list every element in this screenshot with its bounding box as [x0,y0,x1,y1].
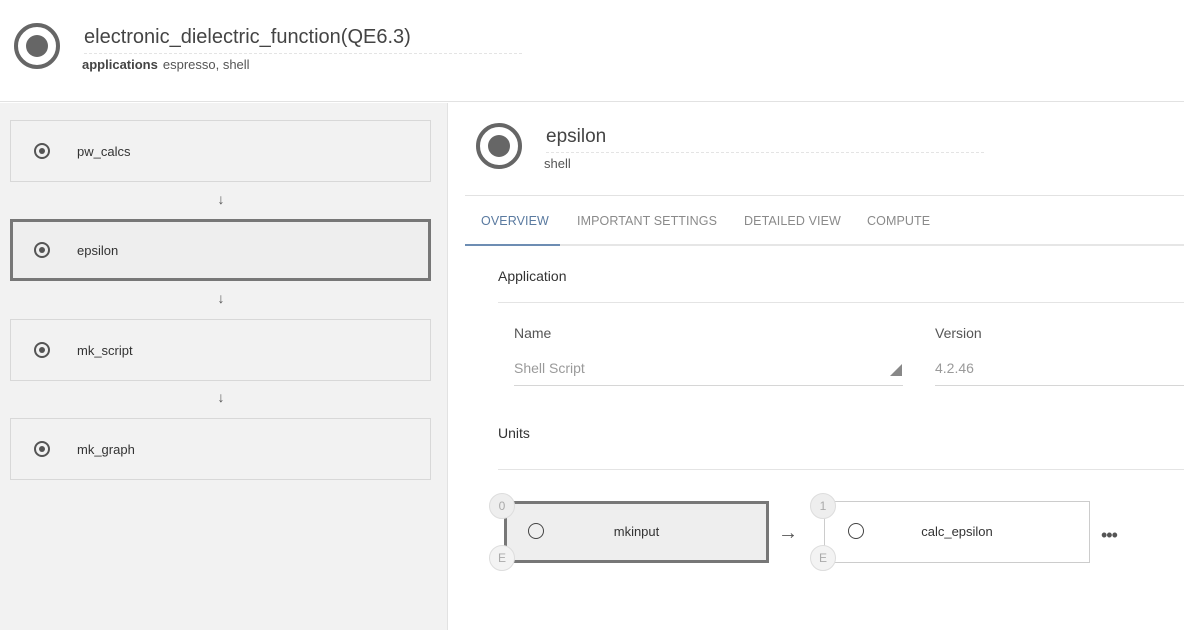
unit-e-badge[interactable]: E [489,545,515,571]
name-field-label: Name [514,325,552,341]
subworkflow-card-mk-graph[interactable]: mk_graph [10,418,431,480]
subworkflow-card-mk-script[interactable]: mk_script [10,319,431,381]
active-tab-indicator [465,244,560,246]
workflow-header: electronic_dielectric_function(QE6.3) ap… [0,0,1184,102]
arrow-down-icon: ↓ [217,389,225,405]
unit-index-badge: 1 [810,493,836,519]
tab-compute[interactable]: COMPUTE [867,214,930,228]
unit-radio-icon [476,123,522,169]
tab-overview[interactable]: OVERVIEW [481,214,549,228]
subworkflow-label: epsilon [77,243,119,258]
radio-icon [34,242,50,258]
version-field-label: Version [935,325,982,341]
tab-important-settings[interactable]: IMPORTANT SETTINGS [577,214,717,228]
unit-subtitle: shell [544,156,571,171]
divider [498,469,1184,470]
applications-row: applications espresso, shell [82,57,250,72]
version-field[interactable]: 4.2.46 [935,360,974,376]
unit-name: mkinput [613,524,660,539]
version-field-underline [935,385,1184,386]
flow-arrow-icon: → [778,522,798,544]
subworkflow-label: mk_script [77,343,133,358]
unit-card-calc-epsilon[interactable]: calc_epsilon [824,501,1090,563]
unit-title[interactable]: epsilon [546,126,984,153]
subworkflow-sidebar: pw_calcs ↓ epsilon ↓ mk_script ↓ mk_grap… [0,103,448,630]
radio-icon [34,441,50,457]
units-section-title: Units [498,425,530,441]
subworkflow-card-epsilon[interactable]: epsilon [10,219,431,281]
workflow-radio-icon [14,23,60,69]
unit-e-badge[interactable]: E [810,545,836,571]
select-caret-icon[interactable] [890,364,902,376]
applications-value: espresso, shell [162,57,250,72]
name-field-underline [514,385,903,386]
unit-detail-panel: epsilon shell OVERVIEW IMPORTANT SETTING… [449,103,1184,630]
workflow-title[interactable]: electronic_dielectric_function(QE6.3) [84,26,522,54]
name-select[interactable]: Shell Script [514,360,585,376]
more-options-icon[interactable]: ••• [1101,525,1118,546]
subworkflow-label: pw_calcs [77,144,131,159]
radio-icon [34,342,50,358]
arrow-down-icon: ↓ [217,290,225,306]
divider [498,302,1184,303]
unit-name: calc_epsilon [921,524,993,539]
unit-index-badge: 0 [489,493,515,519]
subworkflow-label: mk_graph [77,442,135,457]
subworkflow-card-pw-calcs[interactable]: pw_calcs [10,120,431,182]
arrow-down-icon: ↓ [217,191,225,207]
radio-icon [34,143,50,159]
unit-card-mkinput[interactable]: mkinput [504,501,769,563]
tab-detailed-view[interactable]: DETAILED VIEW [744,214,841,228]
unit-tabs: OVERVIEW IMPORTANT SETTINGS DETAILED VIE… [465,196,1184,246]
application-section-title: Application [498,268,567,284]
applications-label: applications [82,57,158,72]
